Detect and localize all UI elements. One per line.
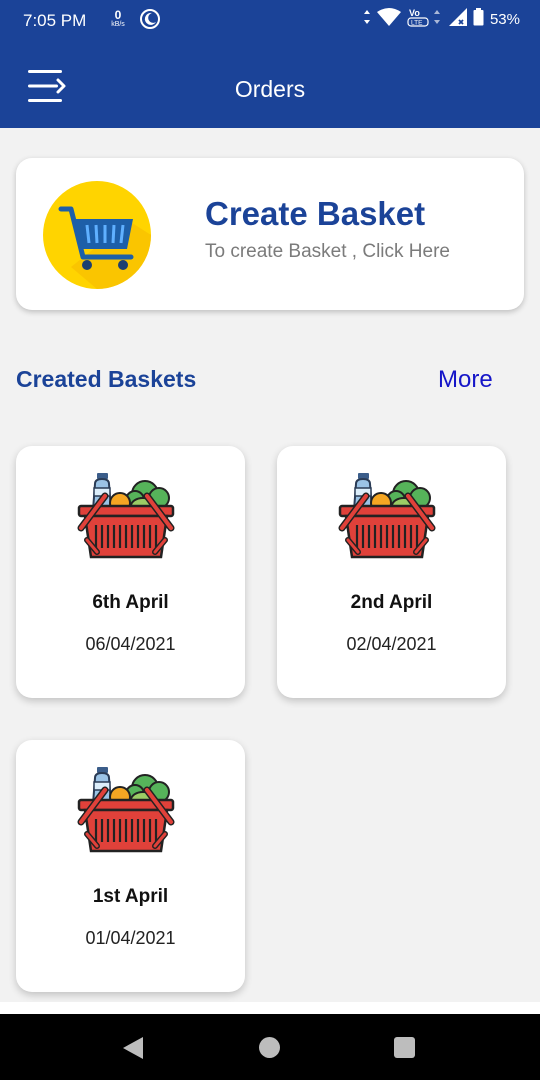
battery-percent: 53%	[489, 10, 520, 28]
bottom-divider	[0, 1002, 540, 1014]
moon-icon	[140, 9, 160, 34]
recents-icon[interactable]	[394, 1037, 415, 1058]
section-title: Created Baskets	[16, 366, 197, 392]
basket-icon	[338, 470, 436, 562]
system-nav-bar	[0, 1014, 540, 1080]
status-bar: 7:05 PM 0 kB/s Vo LTE 53%	[0, 0, 540, 40]
battery-icon	[473, 7, 484, 31]
basket-card[interactable]: 1st April 01/04/2021	[16, 740, 245, 992]
create-basket-title: Create Basket	[205, 195, 426, 232]
basket-card[interactable]: 6th April 06/04/2021	[16, 446, 245, 698]
status-icons: Vo LTE 53%	[361, 7, 520, 32]
shopping-cart-icon	[43, 181, 151, 289]
basket-name: 2nd April	[350, 592, 433, 613]
app-bar: Orders	[0, 40, 540, 128]
basket-date: 01/04/2021	[85, 928, 176, 948]
basket-name: 1st April	[92, 886, 169, 907]
basket-icon	[77, 470, 175, 562]
svg-text:Vo: Vo	[409, 8, 420, 18]
vibrate-icon	[361, 9, 373, 30]
basket-icon	[77, 764, 175, 856]
volte-icon: Vo LTE	[407, 7, 429, 32]
back-icon[interactable]	[122, 1036, 144, 1065]
home-icon[interactable]	[259, 1037, 280, 1058]
network-speed: 0 kB/s	[106, 9, 130, 28]
basket-name: 6th April	[92, 592, 169, 613]
basket-date: 02/04/2021	[346, 634, 437, 654]
network-speed-value: 0	[114, 8, 122, 22]
create-basket-subtitle: To create Basket , Click Here	[205, 241, 450, 262]
create-basket-card[interactable]: Create Basket To create Basket , Click H…	[16, 158, 524, 310]
basket-card[interactable]: 2nd April 02/04/2021	[277, 446, 506, 698]
wifi-icon	[376, 7, 401, 31]
page-title: Orders	[234, 76, 306, 102]
basket-date: 06/04/2021	[85, 634, 176, 654]
data-arrows-icon	[433, 9, 441, 30]
network-speed-unit: kB/s	[111, 21, 125, 28]
more-link[interactable]: More	[438, 366, 493, 394]
svg-text:LTE: LTE	[411, 19, 423, 26]
status-time: 7:05 PM	[23, 11, 87, 30]
signal-icon	[448, 7, 469, 31]
